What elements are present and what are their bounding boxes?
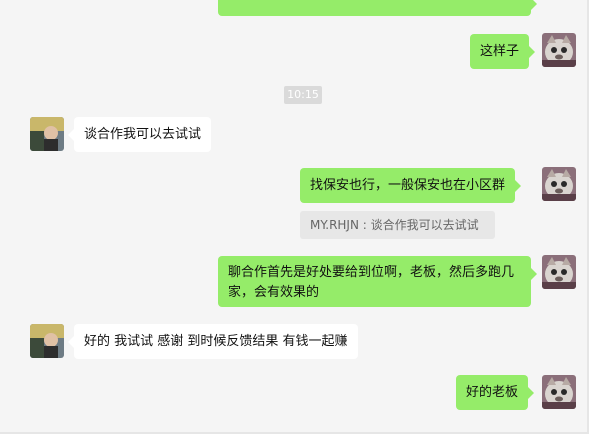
message-bubble[interactable]: 这样子 xyxy=(470,34,536,69)
message-bubble[interactable]: 聊合作首先是好处要给到位啊，老板，然后多跑几家，会有效果的 xyxy=(218,256,537,307)
other-avatar-icon[interactable] xyxy=(30,117,64,151)
my-avatar-icon[interactable] xyxy=(542,375,576,409)
message-bubble[interactable]: 找保安也行，一般保安也在小区群 xyxy=(300,168,522,203)
other-avatar-icon[interactable] xyxy=(30,324,64,358)
my-avatar-icon[interactable] xyxy=(542,33,576,67)
message-timestamp: 10:15 xyxy=(284,86,322,104)
quoted-reply[interactable]: MY.RHJN : 谈合作我可以去试试 xyxy=(300,211,495,239)
my-avatar-icon[interactable] xyxy=(542,255,576,289)
message-bubble[interactable]: 谈合作我可以去试试 xyxy=(67,117,212,152)
message-bubble[interactable]: 好的老板 xyxy=(456,375,535,410)
chat-window: 这样子 10:15 谈合作我可以去试试 找保安也行，一般保安也在小区群 MY.R… xyxy=(0,0,589,434)
message-bubble-partial[interactable] xyxy=(218,0,537,16)
message-bubble[interactable]: 好的 我试试 感谢 到时候反馈结果 有钱一起赚 xyxy=(68,324,358,359)
my-avatar-icon[interactable] xyxy=(542,167,576,201)
